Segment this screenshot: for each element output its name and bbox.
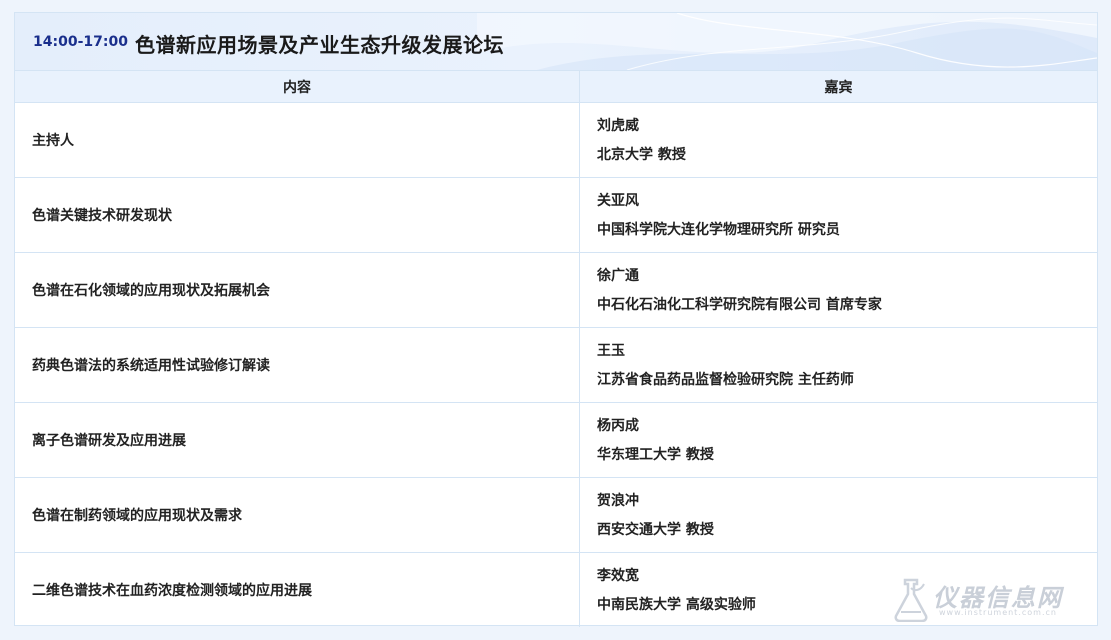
table-row: 色谱在制药领域的应用现状及需求 贺浪冲 西安交通大学 教授 <box>15 477 1097 553</box>
header-wave-decoration <box>477 13 1097 70</box>
session-title: 色谱新应用场景及产业生态升级发展论坛 <box>135 33 504 57</box>
guest-affiliation: 江苏省食品药品监督检验研究院 主任药师 <box>597 371 854 388</box>
guest-name: 贺浪冲 <box>597 492 639 509</box>
column-header-guest: 嘉宾 <box>579 71 1097 103</box>
column-header-content: 内容 <box>15 71 580 103</box>
agenda-panel: 14:00-17:00 色谱新应用场景及产业生态升级发展论坛 内容 嘉宾 主持人… <box>14 12 1098 627</box>
guest-name: 徐广通 <box>597 267 639 284</box>
session-time: 14:00-17:00 <box>33 34 128 50</box>
guest-affiliation: 西安交通大学 教授 <box>597 521 714 538</box>
row-guest: 刘虎威 北京大学 教授 <box>579 102 1097 178</box>
row-guest: 王玉 江苏省食品药品监督检验研究院 主任药师 <box>579 327 1097 403</box>
agenda-table: 内容 嘉宾 主持人 刘虎威 北京大学 教授 色谱关键技术研发现状 关亚风 中国科… <box>15 71 1097 627</box>
guest-name: 刘虎威 <box>597 117 639 134</box>
row-content: 色谱在制药领域的应用现状及需求 <box>15 477 580 553</box>
flask-logo-icon <box>894 578 928 622</box>
guest-name: 杨丙成 <box>597 417 639 434</box>
row-content: 二维色谱技术在血药浓度检测领域的应用进展 <box>15 552 580 627</box>
table-row: 主持人 刘虎威 北京大学 教授 <box>15 102 1097 178</box>
guest-affiliation: 华东理工大学 教授 <box>597 446 714 463</box>
guest-name: 王玉 <box>597 342 625 359</box>
row-guest: 徐广通 中石化石油化工科学研究院有限公司 首席专家 <box>579 252 1097 328</box>
session-header: 14:00-17:00 色谱新应用场景及产业生态升级发展论坛 <box>15 13 1097 71</box>
site-watermark: 仪器信息网 www.instrument.com.cn <box>891 574 1101 626</box>
table-row: 药典色谱法的系统适用性试验修订解读 王玉 江苏省食品药品监督检验研究院 主任药师 <box>15 327 1097 403</box>
row-guest: 贺浪冲 西安交通大学 教授 <box>579 477 1097 553</box>
row-guest: 关亚风 中国科学院大连化学物理研究所 研究员 <box>579 177 1097 253</box>
table-row: 色谱在石化领域的应用现状及拓展机会 徐广通 中石化石油化工科学研究院有限公司 首… <box>15 252 1097 328</box>
guest-affiliation: 北京大学 教授 <box>597 146 686 163</box>
row-content: 色谱在石化领域的应用现状及拓展机会 <box>15 252 580 328</box>
watermark-url: www.instrument.com.cn <box>939 608 1057 617</box>
row-content: 主持人 <box>15 102 580 178</box>
guest-name: 关亚风 <box>597 192 639 209</box>
guest-affiliation: 中国科学院大连化学物理研究所 研究员 <box>597 221 840 238</box>
row-content: 药典色谱法的系统适用性试验修订解读 <box>15 327 580 403</box>
guest-affiliation: 中石化石油化工科学研究院有限公司 首席专家 <box>597 296 882 313</box>
row-content: 色谱关键技术研发现状 <box>15 177 580 253</box>
row-guest: 杨丙成 华东理工大学 教授 <box>579 402 1097 478</box>
table-header-row: 内容 嘉宾 <box>15 71 1097 103</box>
table-row: 色谱关键技术研发现状 关亚风 中国科学院大连化学物理研究所 研究员 <box>15 177 1097 253</box>
row-content: 离子色谱研发及应用进展 <box>15 402 580 478</box>
table-row: 离子色谱研发及应用进展 杨丙成 华东理工大学 教授 <box>15 402 1097 478</box>
